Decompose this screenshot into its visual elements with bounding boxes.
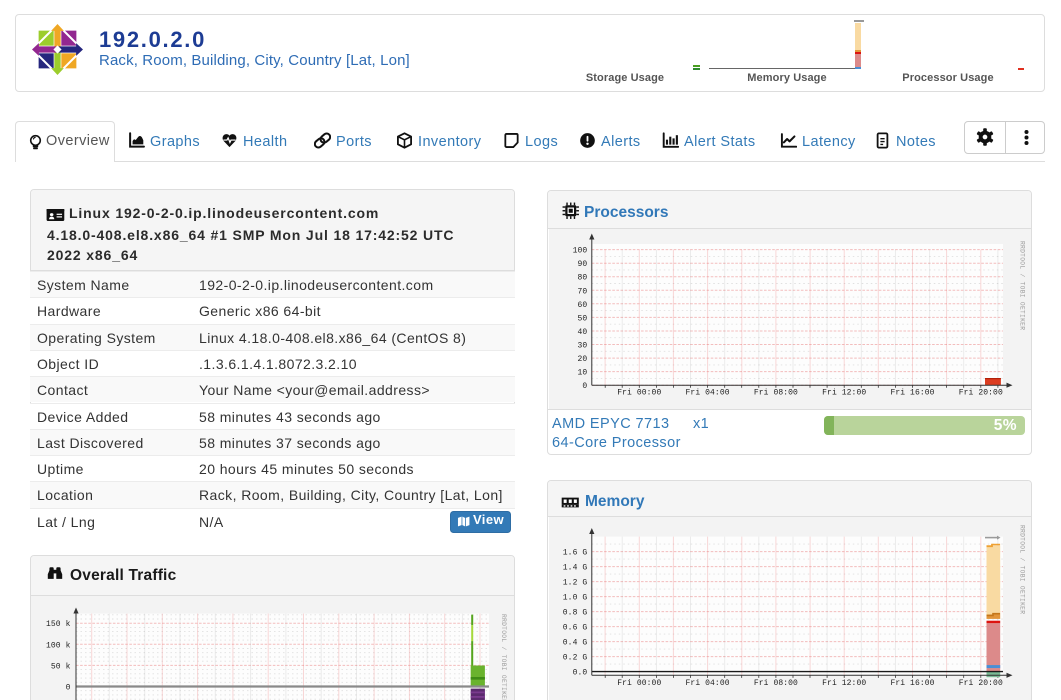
svg-text:0.4 G: 0.4 G — [563, 639, 588, 648]
svg-text:0: 0 — [582, 382, 587, 391]
svg-text:1.0 G: 1.0 G — [563, 594, 588, 603]
svg-text:RRDTOOL / TOBI OETIKER: RRDTOOL / TOBI OETIKER — [1019, 525, 1026, 614]
svg-text:Fri 04:00: Fri 04:00 — [686, 679, 730, 688]
svg-text:50: 50 — [577, 314, 587, 323]
svg-text:Fri 16:00: Fri 16:00 — [890, 679, 934, 688]
svg-text:1.4 G: 1.4 G — [563, 564, 588, 573]
svg-text:10: 10 — [577, 369, 587, 378]
svg-text:70: 70 — [577, 287, 587, 296]
svg-text:Fri 12:00: Fri 12:00 — [822, 389, 866, 398]
svg-text:30: 30 — [577, 342, 587, 351]
svg-text:Fri 08:00: Fri 08:00 — [754, 389, 798, 398]
svg-text:Fri 04:00: Fri 04:00 — [686, 389, 730, 398]
svg-text:Fri 00:00: Fri 00:00 — [617, 679, 661, 688]
svg-text:80: 80 — [577, 274, 587, 283]
svg-text:60: 60 — [577, 301, 587, 310]
svg-text:50 k: 50 k — [51, 662, 71, 671]
svg-text:40: 40 — [577, 328, 587, 337]
svg-text:0.0: 0.0 — [573, 669, 588, 678]
svg-text:100: 100 — [573, 247, 588, 256]
svg-text:Fri 16:00: Fri 16:00 — [890, 389, 934, 398]
svg-text:20: 20 — [577, 355, 587, 364]
svg-text:Fri 20:00: Fri 20:00 — [959, 389, 1003, 398]
svg-text:RRDTOOL / TOBI OETIKER: RRDTOOL / TOBI OETIKER — [1019, 241, 1026, 330]
svg-text:0.2 G: 0.2 G — [563, 654, 588, 663]
svg-text:100 k: 100 k — [46, 641, 71, 650]
svg-text:Fri 20:00: Fri 20:00 — [959, 679, 1003, 688]
svg-text:0: 0 — [66, 684, 71, 693]
svg-text:1.6 G: 1.6 G — [563, 549, 588, 558]
svg-text:Fri 00:00: Fri 00:00 — [617, 389, 661, 398]
svg-text:90: 90 — [577, 260, 587, 269]
svg-text:Fri 08:00: Fri 08:00 — [754, 679, 798, 688]
svg-text:1.2 G: 1.2 G — [563, 579, 588, 588]
svg-text:RRDTOOL / TOBI OETIKER: RRDTOOL / TOBI OETIKER — [500, 614, 507, 700]
svg-text:0.8 G: 0.8 G — [563, 609, 588, 618]
svg-text:Fri 12:00: Fri 12:00 — [822, 679, 866, 688]
svg-text:0.6 G: 0.6 G — [563, 624, 588, 633]
svg-text:150 k: 150 k — [46, 620, 71, 629]
